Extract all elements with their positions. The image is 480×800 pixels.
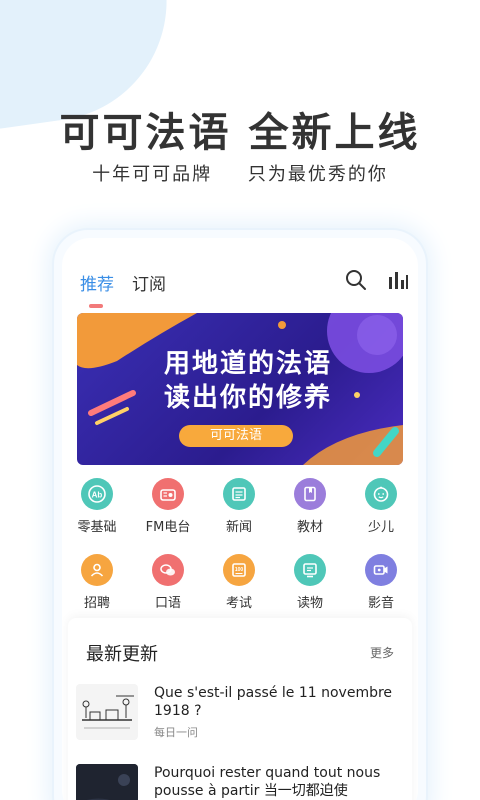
banner-line1: 用地道的法语 [163, 349, 332, 379]
category-reading[interactable]: 读物 [280, 554, 340, 611]
category-speaking[interactable]: 口语 [138, 554, 198, 611]
category-label: FM电台 [145, 520, 191, 535]
book-icon [294, 478, 326, 510]
hero-subheadline: 十年可可品牌 只为最优秀的你 [0, 160, 480, 186]
child-icon [365, 478, 397, 510]
app-screen: 推荐 订阅 用地道的法语 读出你的修养 可可法语 Ab 零基础 FM电台 新闻 … [62, 238, 418, 800]
article-thumbnail [76, 764, 138, 800]
news-icon [223, 478, 255, 510]
section-title: 最新更新 [86, 644, 158, 665]
search-icon[interactable] [344, 268, 368, 292]
latest-updates-card: 最新更新 更多 Que s'est-il passé le 11 novembr… [68, 618, 412, 800]
category-label: 少儿 [367, 520, 394, 535]
chat-icon [152, 554, 184, 586]
subheadline-right: 只为最优秀的你 [247, 164, 388, 185]
person-icon [81, 554, 113, 586]
category-label: 影音 [367, 596, 394, 611]
tab-recommend[interactable]: 推荐 [80, 270, 114, 295]
category-children[interactable]: 少儿 [351, 478, 411, 535]
category-label: 招聘 [83, 596, 110, 611]
article-thumbnail [76, 684, 138, 740]
banner-pill: 可可法语 [179, 425, 293, 447]
category-label: 新闻 [225, 520, 252, 535]
ab-icon: Ab [81, 478, 113, 510]
banner-line2: 读出你的修养 [163, 383, 332, 413]
svg-text:Ab: Ab [92, 491, 103, 500]
category-video[interactable]: 影音 [351, 554, 411, 611]
article-title: Pourquoi rester quand tout nous pousse à… [154, 765, 381, 799]
hero-headline: 可可法语 全新上线 [59, 110, 421, 156]
category-textbook[interactable]: 教材 [280, 478, 340, 535]
article-title: Que s'est-il passé le 11 novembre 1918 ? [154, 685, 393, 719]
category-label: 考试 [225, 596, 252, 611]
exam-icon: 100 [223, 554, 255, 586]
category-label: 读物 [296, 596, 323, 611]
subheadline-left: 十年可可品牌 [92, 164, 213, 185]
promo-banner[interactable]: 用地道的法语 读出你的修养 可可法语 [77, 313, 403, 465]
article-item[interactable]: Pourquoi rester quand tout nous pousse à… [76, 764, 406, 800]
article-item[interactable]: Que s'est-il passé le 11 novembre 1918 ?… [76, 684, 406, 754]
category-news[interactable]: 新闻 [209, 478, 269, 535]
category-fm-radio[interactable]: FM电台 [138, 478, 198, 535]
more-link[interactable]: 更多 [370, 644, 394, 661]
category-label: 口语 [154, 596, 181, 611]
chart-bars-icon[interactable] [386, 268, 410, 292]
category-jobs[interactable]: 招聘 [67, 554, 127, 611]
radio-icon [152, 478, 184, 510]
category-beginner[interactable]: Ab 零基础 [67, 478, 127, 535]
svg-text:100: 100 [235, 567, 244, 573]
category-label: 教材 [296, 520, 323, 535]
top-bar: 推荐 订阅 [80, 268, 408, 296]
category-exam[interactable]: 100 考试 [209, 554, 269, 611]
category-label: 零基础 [77, 520, 117, 535]
reader-icon [294, 554, 326, 586]
tab-subscribe[interactable]: 订阅 [132, 270, 166, 295]
tab-indicator [89, 304, 103, 308]
video-icon [365, 554, 397, 586]
article-tag: 每日一问 [154, 726, 198, 739]
